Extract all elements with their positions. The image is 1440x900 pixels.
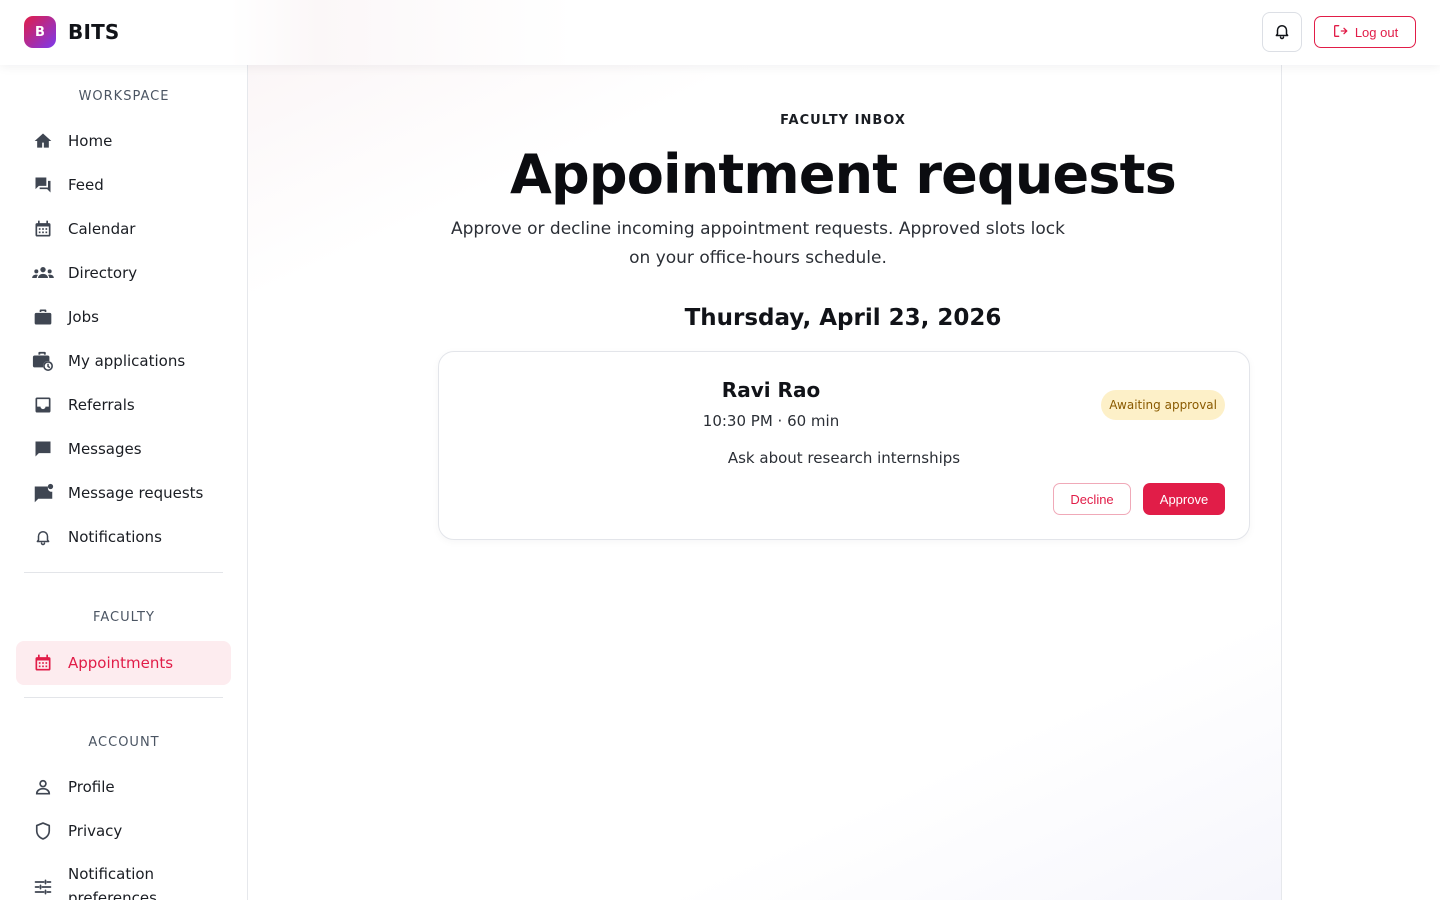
sidebar-item-label: Profile bbox=[68, 778, 115, 796]
sidebar-item-my-applications[interactable]: My applications bbox=[16, 339, 231, 383]
bell-icon bbox=[1273, 22, 1291, 43]
section-title-faculty: FACULTY bbox=[93, 610, 155, 625]
appointment-time: 10:30 PM · 60 min bbox=[702, 412, 840, 430]
sidebar-item-label: Home bbox=[68, 132, 113, 150]
sidebar-divider bbox=[24, 697, 223, 698]
appointment-request-card: Ravi Rao 10:30 PM · 60 min Awaiting appr… bbox=[438, 351, 1250, 540]
sidebar-item-label: Privacy bbox=[68, 822, 123, 840]
sidebar-item-referrals[interactable]: Referrals bbox=[16, 383, 231, 427]
page-kicker: FACULTY INBOX bbox=[780, 113, 906, 128]
appointment-reason: Ask about research internships bbox=[727, 449, 961, 467]
briefcase-icon bbox=[32, 306, 54, 328]
brand[interactable]: B BITS bbox=[24, 16, 120, 48]
requester-name: Ravi Rao bbox=[721, 378, 821, 402]
sidebar-item-home[interactable]: Home bbox=[16, 119, 231, 163]
brand-logo: B bbox=[24, 16, 56, 48]
sidebar-item-profile[interactable]: Profile bbox=[16, 765, 231, 809]
main-content: FACULTY INBOX Appointment requests Appro… bbox=[248, 65, 1282, 900]
bell-icon bbox=[32, 526, 54, 548]
brand-name: BITS bbox=[68, 20, 120, 44]
page-title: Appointment requests bbox=[510, 143, 1177, 206]
sidebar-item-appointments[interactable]: Appointments bbox=[16, 641, 231, 685]
sidebar-item-messages[interactable]: Messages bbox=[16, 427, 231, 471]
sidebar-item-notification-preferences[interactable]: Notification preferences bbox=[16, 862, 231, 900]
sidebar-item-privacy[interactable]: Privacy bbox=[16, 809, 231, 853]
sidebar-item-feed[interactable]: Feed bbox=[16, 163, 231, 207]
sliders-icon bbox=[32, 876, 54, 898]
sidebar-item-label: Message requests bbox=[68, 484, 204, 502]
sidebar-item-label: Notification preferences bbox=[68, 865, 157, 900]
page-subtitle: Approve or decline incoming appointment … bbox=[450, 219, 1065, 268]
sidebar-item-label: Jobs bbox=[68, 308, 99, 326]
app: B BITS Log out WORKSPACE Home Feed Calen… bbox=[0, 0, 1440, 900]
person-icon bbox=[32, 776, 54, 798]
logout-icon bbox=[1332, 23, 1348, 42]
date-heading: Thursday, April 23, 2026 bbox=[684, 305, 1002, 331]
sidebar-item-calendar[interactable]: Calendar bbox=[16, 207, 231, 251]
sidebar-item-label: Messages bbox=[68, 440, 142, 458]
shield-icon bbox=[32, 820, 54, 842]
section-title-workspace: WORKSPACE bbox=[78, 89, 170, 104]
logout-label: Log out bbox=[1354, 24, 1399, 40]
home-icon bbox=[32, 130, 54, 152]
sidebar-item-label: Calendar bbox=[68, 220, 136, 238]
top-bar: B BITS Log out bbox=[0, 0, 1440, 65]
forum-icon bbox=[32, 174, 54, 196]
sidebar: WORKSPACE Home Feed Calendar Directory J… bbox=[0, 65, 248, 900]
sidebar-item-label: Directory bbox=[68, 264, 138, 282]
sidebar-item-jobs[interactable]: Jobs bbox=[16, 295, 231, 339]
approve-button[interactable]: Approve bbox=[1143, 483, 1225, 515]
section-title-account: ACCOUNT bbox=[88, 735, 160, 750]
inbox-icon bbox=[32, 394, 54, 416]
calendar-icon bbox=[32, 652, 54, 674]
calendar-icon bbox=[32, 218, 54, 240]
sidebar-item-message-requests[interactable]: Message requests bbox=[16, 471, 231, 515]
sidebar-item-directory[interactable]: Directory bbox=[16, 251, 231, 295]
people-icon bbox=[32, 262, 54, 284]
logout-button[interactable]: Log out bbox=[1314, 16, 1416, 48]
decline-button[interactable]: Decline bbox=[1053, 483, 1131, 515]
status-badge: Awaiting approval bbox=[1101, 390, 1225, 420]
sidebar-item-label: Notifications bbox=[68, 528, 162, 546]
chat-badge-icon bbox=[32, 482, 54, 504]
briefcase-clock-icon bbox=[32, 350, 54, 372]
sidebar-item-notifications[interactable]: Notifications bbox=[16, 515, 231, 559]
notifications-button[interactable] bbox=[1262, 12, 1302, 52]
sidebar-item-label: Appointments bbox=[68, 654, 174, 672]
sidebar-divider bbox=[24, 572, 223, 573]
sidebar-item-label: Feed bbox=[68, 176, 104, 194]
chat-icon bbox=[32, 438, 54, 460]
sidebar-item-label: Referrals bbox=[68, 396, 135, 414]
sidebar-item-label: My applications bbox=[68, 352, 186, 370]
